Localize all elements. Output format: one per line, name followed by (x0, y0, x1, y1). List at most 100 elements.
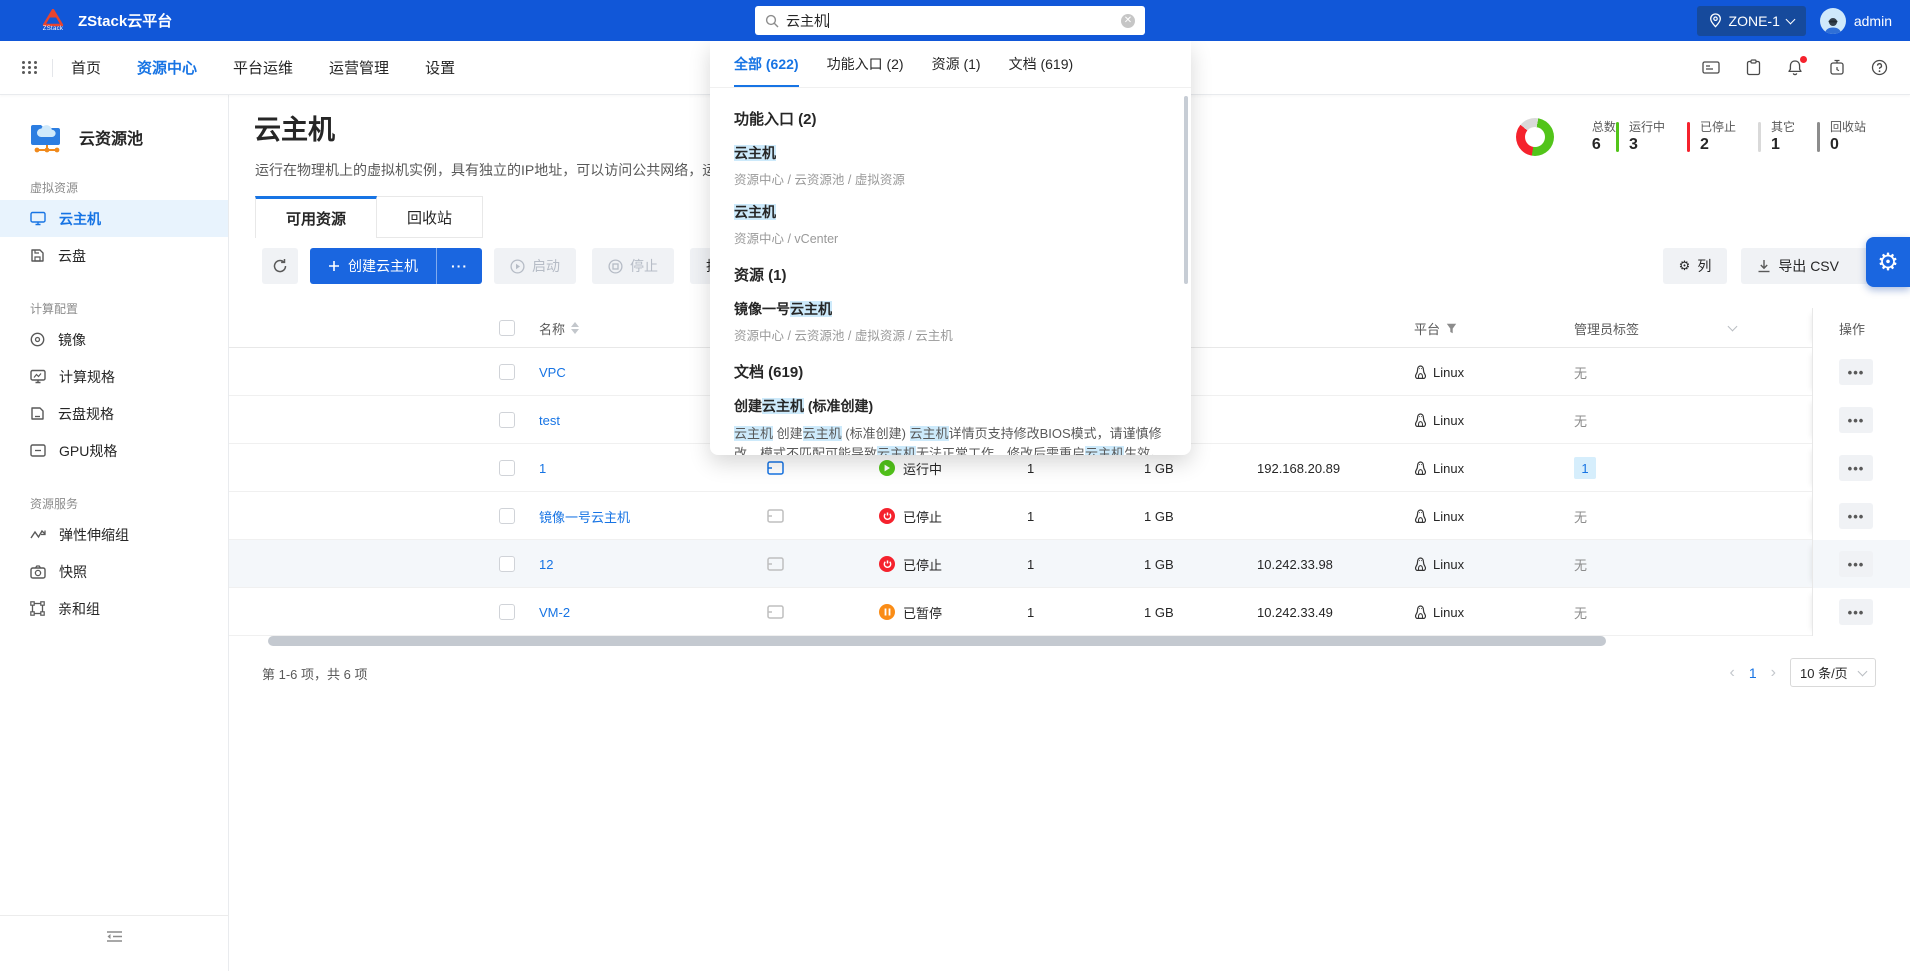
sidebar-item-GPU规格[interactable]: GPU规格 (0, 432, 228, 469)
column-header-name[interactable]: 名称 (539, 308, 579, 348)
row-actions-button[interactable]: ••• (1839, 359, 1873, 385)
nav-item-首页[interactable]: 首页 (71, 57, 101, 78)
highlighted-term: 云主机 (734, 426, 773, 441)
row-actions-button[interactable]: ••• (1839, 455, 1873, 481)
sidebar-item-云主机[interactable]: 云主机 (0, 200, 228, 237)
help-icon[interactable] (1870, 59, 1888, 77)
console-terminal-icon[interactable] (1702, 59, 1720, 77)
vm-name-link[interactable]: 1 (539, 444, 546, 492)
sidebar-item-快照[interactable]: 快照 (0, 553, 228, 590)
search-tab-功能入口 (2)[interactable]: 功能入口 (2) (827, 41, 904, 87)
search-tab-文档 (619)[interactable]: 文档 (619) (1009, 41, 1074, 87)
divider (52, 59, 53, 77)
search-section-header: 功能入口 (2) (734, 108, 1167, 129)
search-result-title[interactable]: 创建云主机 (标准创建) (734, 396, 1167, 416)
select-all-checkbox[interactable] (499, 308, 515, 348)
search-tab-资源 (1)[interactable]: 资源 (1) (932, 41, 981, 87)
chevron-down-icon[interactable] (1729, 308, 1736, 348)
stat-color-bar (1758, 122, 1761, 152)
filter-funnel-icon (1446, 323, 1457, 334)
column-header-admin-tag[interactable]: 管理员标签 (1574, 308, 1639, 348)
tab-回收站[interactable]: 回收站 (377, 196, 483, 238)
linux-penguin-icon (1414, 461, 1427, 476)
sidebar-item-镜像[interactable]: 镜像 (0, 321, 228, 358)
vm-cpu: 1 (1027, 492, 1034, 540)
chevron-down-icon (1858, 666, 1868, 676)
theme-settings-button[interactable]: ⚙ (1866, 237, 1910, 287)
column-header-platform[interactable]: 平台 (1414, 308, 1457, 348)
stat-color-bar (1817, 122, 1820, 152)
start-vm-button[interactable]: 启动 (494, 248, 576, 284)
row-checkbox[interactable] (499, 492, 515, 540)
export-csv-button[interactable]: 导出 CSV (1741, 248, 1875, 284)
row-checkbox[interactable] (499, 588, 515, 636)
create-more-button[interactable]: ··· (436, 248, 482, 284)
vm-name-link[interactable]: VM-2 (539, 588, 570, 636)
console-icon[interactable] (767, 492, 784, 540)
clear-search-icon[interactable]: ✕ (1121, 14, 1135, 28)
audit-timer-icon[interactable] (1828, 59, 1846, 77)
stat-已停止: 已停止2 (1687, 120, 1736, 154)
console-icon[interactable] (767, 588, 784, 636)
sidebar-item-计算规格[interactable]: 计算规格 (0, 358, 228, 395)
tag-chip[interactable]: 1 (1574, 457, 1596, 479)
sort-icon[interactable] (571, 322, 579, 334)
stat-回收站: 回收站0 (1817, 120, 1866, 154)
sidebar-item-弹性伸缩组[interactable]: 弹性伸缩组 (0, 516, 228, 553)
nav-item-平台运维[interactable]: 平台运维 (233, 57, 293, 78)
linux-penguin-icon (1414, 365, 1427, 380)
search-tab-全部 (622)[interactable]: 全部 (622) (734, 41, 799, 87)
row-actions-button[interactable]: ••• (1839, 503, 1873, 529)
vm-name-link[interactable]: test (539, 396, 560, 444)
page-size-select[interactable]: 10 条/页 (1790, 658, 1876, 687)
current-page[interactable]: 1 (1749, 665, 1757, 681)
notifications-bell-icon[interactable] (1786, 59, 1804, 77)
row-checkbox[interactable] (499, 396, 515, 444)
zone-selector[interactable]: ZONE-1 (1697, 6, 1806, 36)
nav-item-运营管理[interactable]: 运营管理 (329, 57, 389, 78)
search-value: 云主机 (786, 11, 1121, 31)
linux-penguin-icon (1414, 605, 1427, 620)
refresh-button[interactable] (262, 248, 298, 284)
page-title: 云主机 (254, 108, 335, 147)
row-actions-button[interactable]: ••• (1839, 551, 1873, 577)
search-result-title[interactable]: 镜像一号云主机 (734, 299, 1167, 319)
prev-page-icon[interactable]: ‹ (1730, 664, 1735, 682)
row-checkbox[interactable] (499, 348, 515, 396)
brand-logo[interactable]: ZStack ZStack云平台 (38, 6, 172, 36)
vm-ip: 10.242.33.98 (1257, 540, 1333, 588)
dropdown-scrollbar[interactable] (1184, 96, 1188, 284)
row-checkbox[interactable] (499, 444, 515, 492)
horizontal-scrollbar[interactable] (268, 636, 1606, 646)
vm-name-link[interactable]: VPC (539, 348, 566, 396)
sidebar-item-云盘[interactable]: 云盘 (0, 237, 228, 274)
clipboard-icon[interactable] (1744, 59, 1762, 77)
row-actions-button[interactable]: ••• (1839, 599, 1873, 625)
volume-icon (30, 248, 45, 263)
row-checkbox[interactable] (499, 540, 515, 588)
vm-mem: 1 GB (1144, 588, 1174, 636)
sidebar-item-亲和组[interactable]: 亲和组 (0, 590, 228, 627)
vm-name-link[interactable]: 12 (539, 540, 553, 588)
next-page-icon[interactable]: › (1771, 664, 1776, 682)
nav-item-资源中心[interactable]: 资源中心 (137, 57, 197, 78)
user-menu[interactable]: admin (1820, 8, 1892, 34)
console-icon[interactable] (767, 540, 784, 588)
columns-button[interactable]: ⚙ 列 (1663, 248, 1728, 284)
apps-grid-icon[interactable] (22, 61, 38, 74)
row-operations: ••• (1812, 348, 1910, 396)
stop-vm-button[interactable]: 停止 (592, 248, 674, 284)
collapse-sidebar-icon[interactable] (106, 930, 123, 943)
text-segment: (标准创建) (804, 398, 873, 414)
vm-name-link[interactable]: 镜像一号云主机 (539, 492, 630, 540)
sidebar-item-云盘规格[interactable]: 云盘规格 (0, 395, 228, 432)
state-label: 运行中 (903, 459, 942, 478)
search-result-title[interactable]: 云主机 (734, 143, 1167, 163)
search-result-title[interactable]: 云主机 (734, 202, 1167, 222)
row-actions-button[interactable]: ••• (1839, 407, 1873, 433)
sidebar-footer (0, 915, 229, 943)
tab-可用资源[interactable]: 可用资源 (255, 196, 377, 238)
global-search-input[interactable]: 云主机 ✕ (755, 6, 1145, 35)
nav-item-设置[interactable]: 设置 (425, 57, 455, 78)
create-vm-button[interactable]: 创建云主机 (310, 248, 436, 284)
